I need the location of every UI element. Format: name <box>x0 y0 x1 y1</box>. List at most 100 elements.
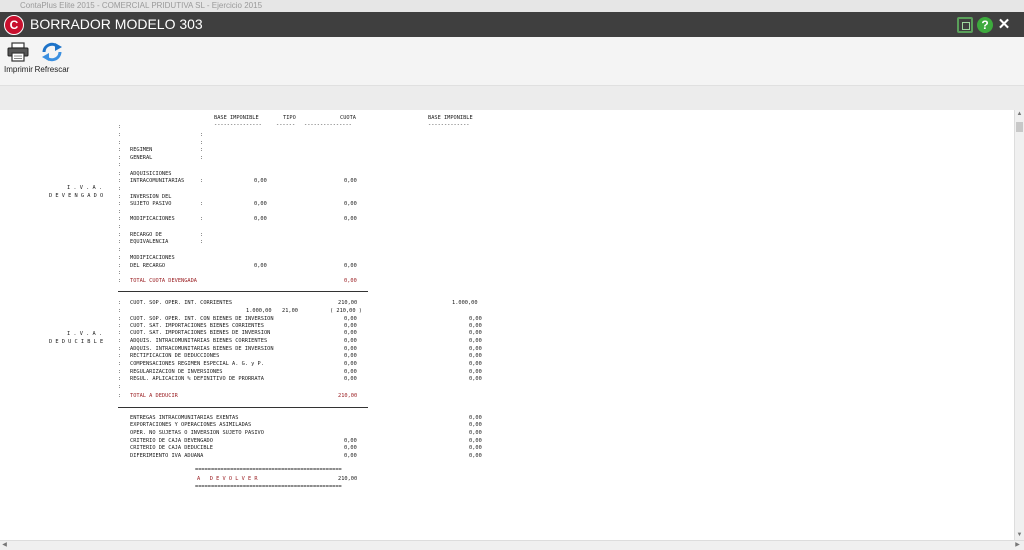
section-label-deducible: D E D U C I B L E <box>49 339 104 345</box>
colon-separator: : <box>200 178 204 184</box>
deducible-row-label: REGULARIZACION DE INVERSIONES <box>130 369 223 375</box>
vertical-scrollbar[interactable]: ▲ ▼ <box>1014 110 1024 540</box>
deducible-row-cuota: 0,00 <box>344 338 357 344</box>
colon-separator: : <box>118 255 122 261</box>
print-label: Imprimir <box>4 65 33 74</box>
deducible-row-base2: 0,00 <box>469 376 482 382</box>
total-devengada-label: TOTAL CUOTA DEVENGADA <box>130 278 197 284</box>
colon-separator: : <box>118 270 122 276</box>
refresh-button[interactable]: Refrescar <box>34 41 70 74</box>
otros-row-cuota: 0,00 <box>344 453 357 459</box>
row-base: 0,00 <box>254 178 267 184</box>
scroll-right-icon[interactable]: ▶ <box>1013 541 1022 550</box>
deducible-row-cuota: 0,00 <box>344 323 357 329</box>
col-header-base: BASE IMPONIBLE <box>214 115 259 121</box>
deducible-row-base2: 0,00 <box>469 330 482 336</box>
colon-separator: : <box>200 239 204 245</box>
otros-row-label: DIFERIMIENTO IVA ADUANA <box>130 453 204 459</box>
otros-row-base2: 0,00 <box>469 422 482 428</box>
deducible-row-cuota: ( 210,00 ) <box>330 308 362 314</box>
otros-row-label: CRITERIO DE CAJA DEDUCIBLE <box>130 445 213 451</box>
otros-row-base2: 0,00 <box>469 445 482 451</box>
toolbar: Imprimir Refrescar <box>0 37 1024 85</box>
scroll-left-icon[interactable]: ◀ <box>0 541 9 550</box>
section-label-devengado: D E V E N G A D O <box>49 193 104 199</box>
row-cuota: 0,00 <box>344 178 357 184</box>
deducible-row-base2: 0,00 <box>469 346 482 352</box>
scroll-thumb[interactable] <box>1016 122 1023 132</box>
colon-separator: : <box>118 124 122 130</box>
colon-separator: : <box>200 140 204 146</box>
otros-row-cuota: 0,00 <box>344 438 357 444</box>
report-viewer[interactable]: BASE IMPONIBLE TIPO CUOTA BASE IMPONIBLE… <box>0 110 1014 540</box>
deducible-row-base2: 0,00 <box>469 323 482 329</box>
colon-separator: : <box>118 330 122 336</box>
scroll-down-icon[interactable]: ▼ <box>1015 531 1024 540</box>
col-underline-tipo: ------ <box>276 122 296 128</box>
col-header-cuota: CUOTA <box>340 115 356 121</box>
colon-separator: : <box>200 216 204 222</box>
colon-separator: : <box>118 338 122 344</box>
colon-separator: : <box>118 263 122 269</box>
secondary-toolbar <box>0 85 1024 110</box>
scroll-up-icon[interactable]: ▲ <box>1015 110 1024 119</box>
print-button[interactable]: Imprimir <box>4 41 33 74</box>
otros-row-label: ENTREGAS INTRACOMUNITARIAS EXENTAS <box>130 415 239 421</box>
col-underline-base: --------------- <box>214 122 262 128</box>
horizontal-scrollbar[interactable]: ◀ ▶ <box>0 540 1024 550</box>
colon-separator: : <box>118 361 122 367</box>
restore-window-icon[interactable] <box>957 17 973 33</box>
otros-row-label: CRITERIO DE CAJA DEVENGADO <box>130 438 213 444</box>
colon-separator: : <box>118 323 122 329</box>
section-label-iva: I . V . A . <box>67 331 103 337</box>
row-label: EQUIVALENCIA <box>130 239 169 245</box>
colon-separator: : <box>118 393 122 399</box>
otros-row-base2: 0,00 <box>469 415 482 421</box>
row-label: DEL RECARGO <box>130 263 166 269</box>
deducible-row-cuota: 0,00 <box>344 361 357 367</box>
deducible-row-label: CUOT. SAT. IMPORTACIONES BIENES DE INVER… <box>130 330 271 336</box>
deducible-row-base2: 0,00 <box>469 353 482 359</box>
colon-separator: : <box>118 155 122 161</box>
deducible-row-label: CUOT. SOP. OPER. INT. CON BIENES DE INVE… <box>130 316 274 322</box>
deducible-row-label: COMPENSACIONES REGIMEN ESPECIAL A. G. y … <box>130 361 264 367</box>
total-devengada-value: 0,00 <box>344 278 357 284</box>
close-icon[interactable]: ✕ <box>996 17 1012 33</box>
result-rule-top: ========================================… <box>195 467 342 473</box>
section-divider <box>118 291 368 292</box>
deducible-row-label: REGUL. APLICACION % DEFINITIVO DE PRORRA… <box>130 376 264 382</box>
col-underline-cuota: --------------- <box>304 122 352 128</box>
refresh-icon <box>39 41 65 63</box>
deducible-row-cuota: 210,00 <box>338 300 358 306</box>
colon-separator: : <box>118 209 122 215</box>
otros-row-label: EXPORTACIONES Y OPERACIONES ASIMILADAS <box>130 422 252 428</box>
help-icon[interactable]: ? <box>977 17 993 33</box>
report-page: BASE IMPONIBLE TIPO CUOTA BASE IMPONIBLE… <box>0 110 1014 540</box>
colon-separator: : <box>118 216 122 222</box>
row-label: REGIMEN <box>130 147 153 153</box>
colon-separator: : <box>118 194 122 200</box>
colon-separator: : <box>118 178 122 184</box>
outer-window-title: ContaPlus Elite 2015 - COMERCIAL PRIDUTI… <box>20 1 263 10</box>
deducible-row-cuota: 0,00 <box>344 330 357 336</box>
colon-separator: : <box>118 308 122 314</box>
colon-separator: : <box>200 155 204 161</box>
row-label: SUJETO PASIVO <box>130 201 172 207</box>
colon-separator: : <box>118 186 122 192</box>
deducible-row-label: CUOT. SOP. OPER. INT. CORRIENTES <box>130 300 233 306</box>
deducible-row-label: ADQUIS. INTRACOMUNITARIAS BIENES CORRIEN… <box>130 338 268 344</box>
colon-separator: : <box>118 369 122 375</box>
row-cuota: 0,00 <box>344 263 357 269</box>
deducible-row-label: RECTIFICACION DE DEDUCCIONES <box>130 353 220 359</box>
total-deducir-value: 210,00 <box>338 393 358 399</box>
row-cuota: 0,00 <box>344 216 357 222</box>
colon-separator: : <box>118 346 122 352</box>
row-base: 0,00 <box>254 263 267 269</box>
otros-row-base2: 0,00 <box>469 438 482 444</box>
row-cuota: 0,00 <box>344 201 357 207</box>
deducible-row-cuota: 0,00 <box>344 376 357 382</box>
colon-separator: : <box>200 201 204 207</box>
otros-row-base2: 0,00 <box>469 430 482 436</box>
result-value: 210,00 <box>338 476 358 482</box>
deducible-row-base: 1.000,00 <box>246 308 272 314</box>
